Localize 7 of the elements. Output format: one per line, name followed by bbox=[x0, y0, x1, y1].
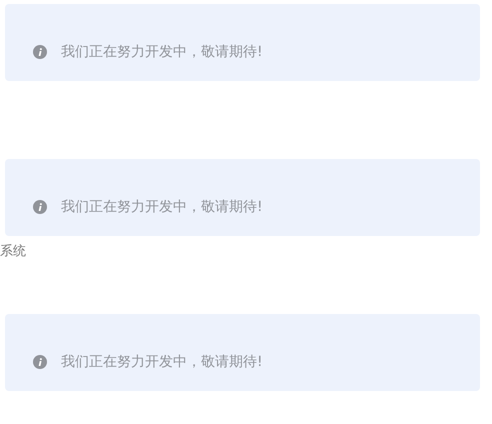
alert-message: 我们正在努力开发中，敬请期待! bbox=[61, 198, 263, 216]
section-label: 系统 bbox=[0, 243, 26, 261]
alert-message: 我们正在努力开发中，敬请期待! bbox=[61, 42, 263, 62]
info-icon bbox=[33, 44, 47, 58]
info-icon bbox=[33, 200, 47, 214]
info-icon bbox=[33, 354, 47, 368]
alert-message: 我们正在努力开发中，敬请期待! bbox=[61, 352, 263, 372]
